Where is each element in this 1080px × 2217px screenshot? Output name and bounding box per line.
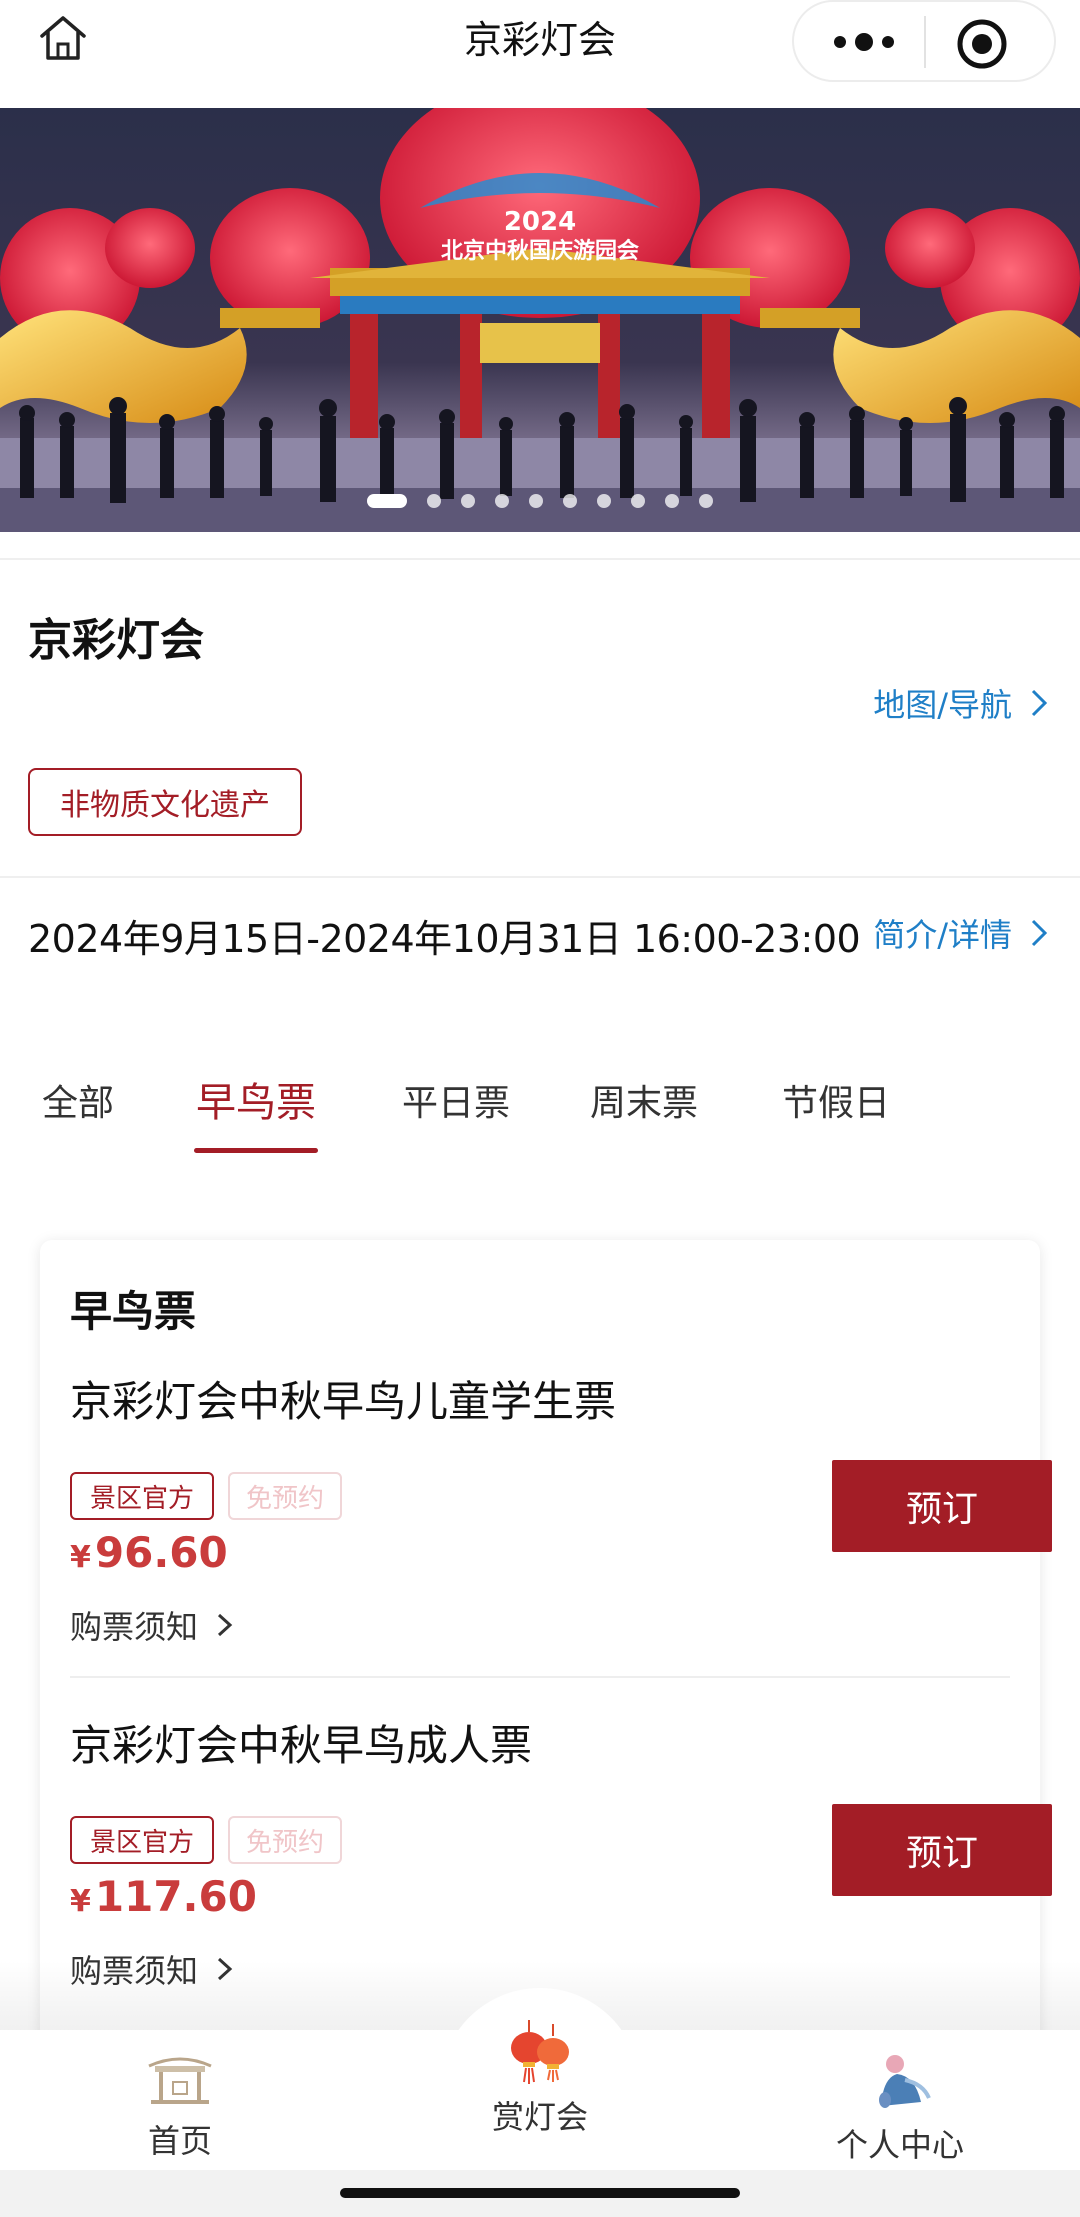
purchase-notice-label: 购票须知 <box>70 1608 199 1646</box>
book-button[interactable]: 预订 <box>832 1804 1052 1896</box>
close-target-icon[interactable] <box>954 16 1010 72</box>
more-icon[interactable] <box>824 18 904 66</box>
home-indicator[interactable] <box>340 2188 740 2198</box>
intro-details-link[interactable]: 简介/详情 <box>873 910 1052 956</box>
carousel-dot[interactable] <box>665 494 679 508</box>
map-navigation-label: 地图/导航 <box>873 686 1012 724</box>
chevron-right-icon <box>1026 688 1052 718</box>
carousel-dot[interactable] <box>495 494 509 508</box>
tab-early-bird[interactable]: 早鸟票 <box>196 1070 316 1128</box>
tab-holiday[interactable]: 节假日 <box>782 1074 890 1126</box>
carousel-dots[interactable] <box>0 494 1080 508</box>
tab-all[interactable]: 全部 <box>42 1074 114 1126</box>
banner-year: 2024 <box>504 207 576 237</box>
card-title: 早鸟票 <box>70 1287 197 1336</box>
tabbar-profile-label: 个人中心 <box>835 2126 964 2164</box>
banner-caption: 北京中秋国庆游园会 <box>441 238 639 264</box>
tabbar-lantern-label: 赏灯会 <box>491 2098 588 2136</box>
carousel-dot[interactable] <box>461 494 475 508</box>
tab-weekend[interactable]: 周末票 <box>590 1074 698 1126</box>
no-reservation-badge: 免预约 <box>228 1816 342 1864</box>
carousel-dot[interactable] <box>427 494 441 508</box>
chevron-right-icon <box>1026 918 1052 948</box>
mini-program-capsule <box>792 0 1056 82</box>
currency-symbol: ¥ <box>70 1540 91 1575</box>
carousel-dot[interactable] <box>529 494 543 508</box>
pavilion-icon <box>145 2050 215 2110</box>
book-button[interactable]: 预订 <box>832 1460 1052 1552</box>
avatar-icon <box>865 2050 935 2114</box>
official-badge: 景区官方 <box>70 1816 214 1864</box>
carousel-dot[interactable] <box>597 494 611 508</box>
official-badge: 景区官方 <box>70 1472 214 1520</box>
no-reservation-badge: 免预约 <box>228 1472 342 1520</box>
banner-image: 2024 北京中秋国庆游园会 <box>0 108 1080 532</box>
ticket-tabs: 全部 早鸟票 平日票 周末票 节假日 <box>0 1060 1080 1160</box>
heritage-tag: 非物质文化遗产 <box>28 768 302 836</box>
tab-weekday[interactable]: 平日票 <box>402 1074 510 1126</box>
carousel-dot[interactable] <box>631 494 645 508</box>
tabbar-profile[interactable]: 个人中心 <box>820 2050 980 2166</box>
price-value: 96.60 <box>94 1528 228 1577</box>
lantern-icon <box>495 2018 585 2094</box>
divider <box>0 876 1080 878</box>
capsule-divider <box>924 16 926 68</box>
divider <box>70 1676 1010 1678</box>
intro-details-label: 简介/详情 <box>873 916 1012 954</box>
ticket-price: ¥ 96.60 <box>70 1528 228 1577</box>
divider <box>0 558 1080 560</box>
price-value: 117.60 <box>94 1872 257 1921</box>
chevron-right-icon <box>212 1610 238 1640</box>
map-navigation-link[interactable]: 地图/导航 <box>873 680 1052 726</box>
tabbar-home[interactable]: 首页 <box>120 2050 240 2162</box>
carousel-dot[interactable] <box>699 494 713 508</box>
ticket-price: ¥ 117.60 <box>70 1872 257 1921</box>
carousel-dot[interactable] <box>367 494 407 508</box>
ticket-name: 京彩灯会中秋早鸟成人票 <box>70 1721 533 1770</box>
ticket-name: 京彩灯会中秋早鸟儿童学生票 <box>70 1377 617 1426</box>
tabbar-home-label: 首页 <box>147 2122 212 2160</box>
top-navbar: 京彩灯会 <box>0 0 1080 108</box>
event-dates: 2024年9月15日-2024年10月31日 16:00-23:00 <box>28 917 861 961</box>
ticket-item: 京彩灯会中秋早鸟儿童学生票 景区官方 免预约 ¥ 96.60 购票须知 预订 <box>70 1368 1052 1668</box>
banner-carousel[interactable]: 2024 北京中秋国庆游园会 <box>0 108 1080 532</box>
venue-name: 京彩灯会 <box>28 615 204 666</box>
currency-symbol: ¥ <box>70 1884 91 1919</box>
purchase-notice-link[interactable]: 购票须知 <box>70 1602 238 1648</box>
tabbar-lantern-show[interactable]: 赏灯会 <box>470 2018 610 2138</box>
carousel-dot[interactable] <box>563 494 577 508</box>
active-tab-indicator <box>194 1148 318 1153</box>
